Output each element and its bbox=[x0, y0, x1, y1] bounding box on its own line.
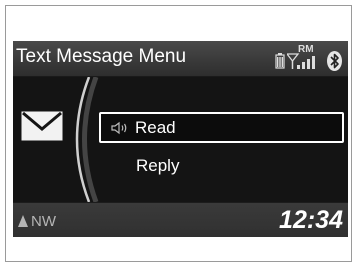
message-menu-body: Read Reply bbox=[13, 77, 348, 202]
menu-item-label: Read bbox=[135, 118, 176, 137]
page-title: Text Message Menu bbox=[16, 46, 187, 67]
bluetooth-icon bbox=[327, 51, 342, 71]
speaker-icon bbox=[111, 121, 127, 135]
footer-bar: NW 12:34 bbox=[13, 202, 348, 237]
compass-arrow-icon bbox=[18, 215, 28, 227]
compass-heading: NW bbox=[18, 213, 56, 230]
envelope-icon bbox=[21, 111, 63, 141]
header-bar: Text Message Menu RM bbox=[13, 41, 348, 77]
roaming-indicator: RM bbox=[298, 44, 314, 55]
clock: 12:34 bbox=[279, 206, 343, 234]
display-screen: Text Message Menu RM Read Reply NW 12:34 bbox=[13, 41, 348, 237]
signal-strength-icon bbox=[287, 53, 315, 69]
menu-item-label: Reply bbox=[136, 156, 180, 175]
phone-battery-icon bbox=[275, 53, 285, 69]
status-icons: RM bbox=[275, 44, 345, 72]
menu-item-read[interactable]: Read bbox=[99, 112, 344, 143]
menu-item-reply[interactable]: Reply bbox=[136, 156, 179, 176]
compass-label: NW bbox=[31, 213, 56, 230]
